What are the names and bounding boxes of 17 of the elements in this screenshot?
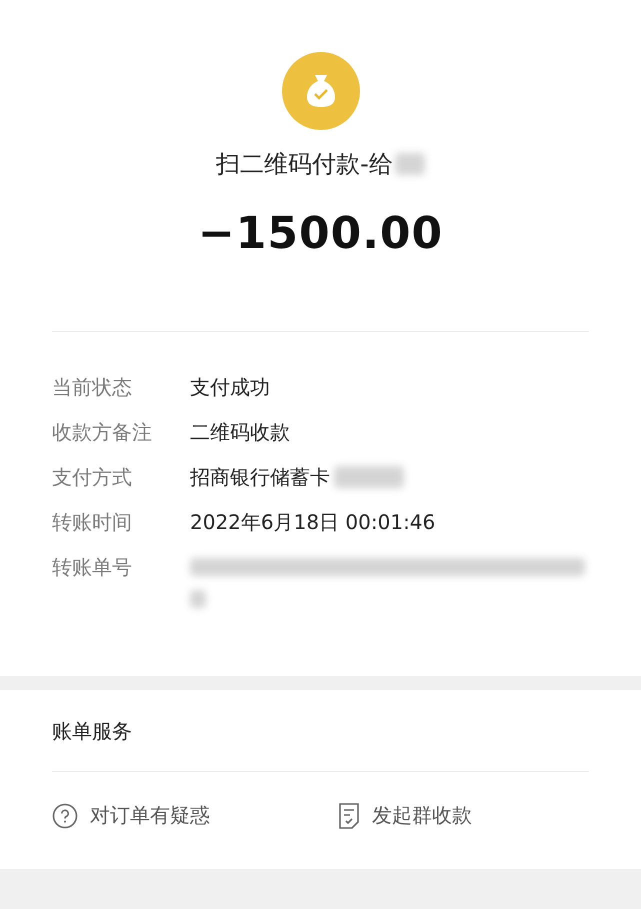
section-title: 账单服务 [51,718,133,745]
detail-label: 支付方式 [52,464,133,491]
detail-value: 支付成功 [190,374,270,401]
money-bag-icon [282,52,360,130]
receipt-icon [338,802,360,828]
service-link[interactable]: 发起群收款 [338,802,534,829]
detail-value: 招商银行储蓄卡 [190,464,330,491]
help-icon [52,802,78,828]
detail-value: 二维码收款 [190,419,290,446]
detail-label: 转账时间 [52,509,133,536]
detail-label: 收款方备注 [52,419,153,446]
payment-title: 扫二维码付款-给 [216,149,393,180]
amount: −1500.00 [198,208,444,259]
detail-value: 2022年6月18日 00:01:46 [190,509,436,536]
detail-label: 转账单号 [52,554,133,581]
detail-label: 当前状态 [52,374,133,401]
service-link[interactable]: 对订单有疑惑 [52,802,248,829]
